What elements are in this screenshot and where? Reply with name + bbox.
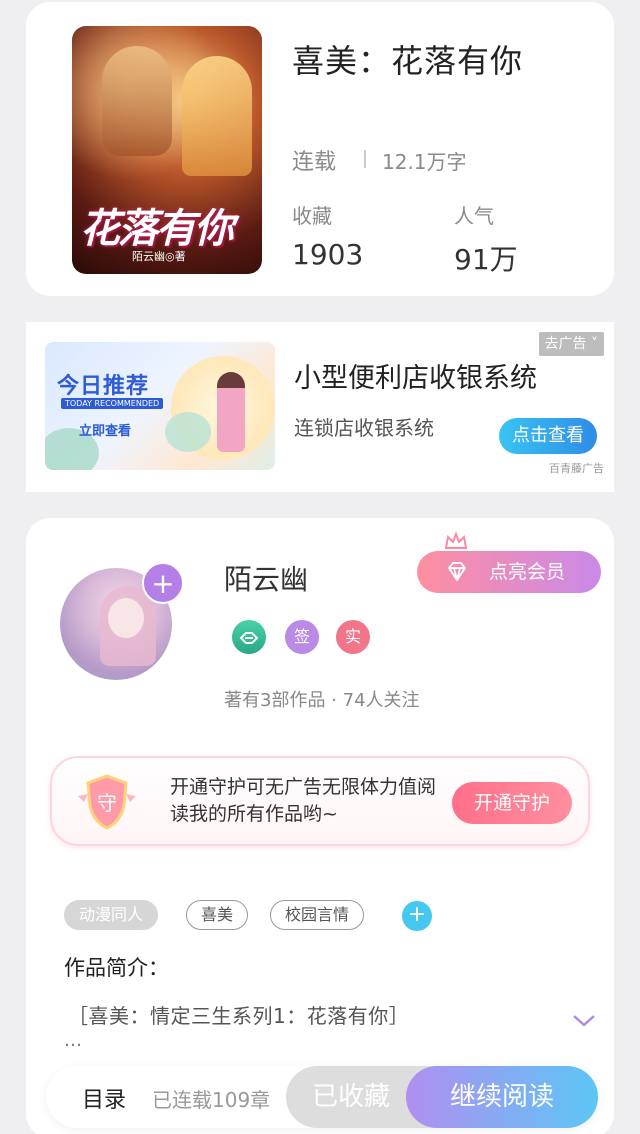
ad-title[interactable]: 小型便利店收银系统 [294,356,537,395]
tag-anime-fanfic[interactable]: 动漫同人 [64,900,159,930]
author-meta: 著有3部作品 · 74人关注 [224,690,420,711]
table-of-contents-button[interactable]: 目录 [82,1082,126,1114]
continue-reading-button[interactable]: 继续阅读 [406,1066,598,1128]
word-count: 12.1万字 [382,150,467,174]
divider [364,150,366,168]
cover-author: 陌云幽◎著 [132,250,186,263]
ad-image-figure [217,372,245,452]
ad-source: 百青藤广告 [549,462,604,475]
chapter-count[interactable]: 已连载109章 [152,1084,270,1113]
intro-text: ［喜美：情定三生系列1：花落有你］ [68,1004,410,1028]
guard-text: 开通守护可无广告无限体力值阅读我的所有作品哟~ [170,776,437,825]
cover-title: 花落有你 [80,205,234,252]
handshake-badge-icon [232,620,266,654]
chevron-down-icon[interactable] [572,1014,596,1028]
intro-label: 作品简介： [64,956,169,980]
follow-button[interactable]: + [142,562,184,604]
popularity-value: 91万 [454,243,518,276]
book-cover-image[interactable]: 花落有你 陌云幽◎著 [72,26,262,274]
ad-image-subtitle: TODAY RECOMMENDED [61,398,164,409]
ad-banner[interactable]: 今日推荐 TODAY RECOMMENDED 立即查看 小型便利店收银系统 连锁… [26,322,614,492]
favorites-label: 收藏 [292,204,332,228]
intro-ellipsis: … [64,1030,82,1051]
ad-image[interactable]: 今日推荐 TODAY RECOMMENDED 立即查看 [45,342,275,470]
tag-ximei[interactable]: 喜美 [186,900,249,930]
favorites-value: 1903 [292,238,364,271]
author-name: 陌云幽 [224,563,309,596]
author-card: + 陌云幽 签 实 著有3部作品 · 74人关注 点亮会员 守 开通守护可无广告… [26,518,614,1134]
bottom-action-bar: 目录 已连载109章 已收藏 继续阅读 [46,1066,598,1128]
cover-figure-right [182,56,252,176]
ad-image-leaf [165,412,211,452]
tag-campus-romance[interactable]: 校园言情 [270,900,365,930]
book-info-card: 花落有你 陌云幽◎著 喜美：花落有你 连载 12.1万字 收藏 1903 人气 … [26,2,614,296]
shield-character: 守 [97,791,117,815]
guard-shield-icon: 守 [78,774,136,830]
crown-icon [444,532,468,549]
open-guard-button[interactable]: 开通守护 [452,782,572,824]
ad-image-title: 今日推荐 [57,374,150,399]
book-status: 连载 [292,150,337,175]
ad-view-button[interactable]: 点击查看 [499,418,597,454]
remove-ad-button[interactable]: 去广告 ˅ [538,332,604,356]
cover-figure-left [102,46,172,156]
verified-badge: 实 [336,620,370,654]
ad-subtitle: 连锁店收银系统 [294,416,434,440]
avatar-face [108,598,144,638]
add-tag-button[interactable]: + [402,901,432,931]
ad-image-button: 立即查看 [79,424,132,439]
activate-vip-button[interactable]: 点亮会员 [417,551,601,593]
book-title: 喜美：花落有你 [292,42,524,80]
guard-promo[interactable]: 守 开通守护可无广告无限体力值阅读我的所有作品哟~ 开通守护 [50,756,590,846]
popularity-label: 人气 [454,204,494,228]
signed-author-badge: 签 [285,620,319,654]
diamond-icon [447,562,467,582]
vip-button-label: 点亮会员 [489,561,566,583]
